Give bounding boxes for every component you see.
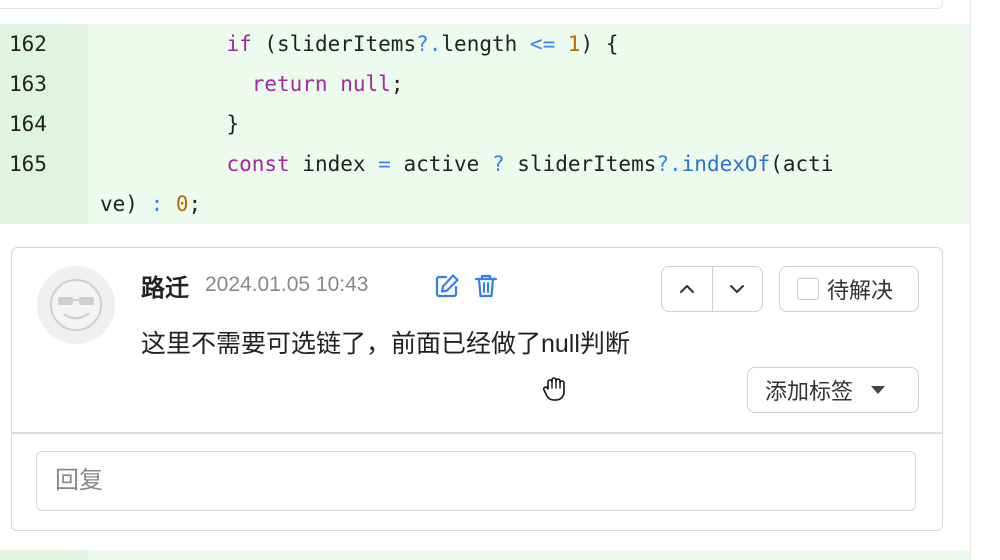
line-number: 162	[9, 32, 47, 56]
vertical-divider	[970, 0, 971, 560]
code-token: }	[226, 112, 240, 136]
code-line: }	[100, 104, 239, 144]
code-token: ?.	[656, 152, 682, 176]
line-number: 164	[9, 112, 47, 136]
avatar[interactable]	[37, 266, 115, 344]
delete-button[interactable]	[472, 272, 500, 300]
code-token: index	[289, 152, 379, 176]
next-comment-button[interactable]	[711, 267, 763, 311]
code-line: const index = active ? sliderItems?.inde…	[100, 144, 833, 184]
reply-input[interactable]	[36, 451, 916, 511]
code-token: ) {	[580, 32, 619, 56]
comment-card: 路迁 2024.01.05 10:43 待解决 这里不需要可选链了，前面已经做了…	[11, 247, 943, 531]
code-line: if (sliderItems?.length <= 1) {	[100, 24, 618, 64]
checkbox-box[interactable]	[797, 278, 819, 300]
grab-hand-icon	[540, 374, 570, 404]
code-token: indexOf	[681, 152, 771, 176]
code-diff: 162 if (sliderItems?.length <= 1) {163 r…	[0, 24, 970, 224]
code-diff-continued	[0, 550, 970, 560]
code-token: 0	[175, 192, 189, 216]
edit-icon	[435, 274, 459, 298]
add-tag-dropdown[interactable]: 添加标签	[747, 367, 919, 413]
line-number: 163	[9, 72, 47, 96]
previous-comment-button[interactable]	[662, 267, 712, 311]
chevron-down-icon	[730, 285, 745, 293]
code-token: ve)	[100, 192, 151, 216]
code-token: (acti	[770, 152, 834, 176]
code-token: sliderItems	[504, 152, 657, 176]
sunglasses-face-icon	[50, 279, 102, 331]
resolve-label: 待解决	[827, 278, 894, 303]
code-line: ve) : 0;	[100, 184, 201, 224]
code-token: (sliderItems	[251, 32, 417, 56]
code-token: return	[251, 72, 328, 96]
code-token: ;	[188, 192, 202, 216]
trash-icon	[474, 274, 498, 298]
code-token: ?.	[416, 32, 442, 56]
caret-down-icon	[871, 386, 886, 394]
code-token: <=	[529, 32, 556, 56]
code-token: if	[226, 32, 252, 56]
code-token: active	[390, 152, 492, 176]
code-token: null	[340, 72, 391, 96]
comment-author: 路迁	[141, 275, 189, 302]
add-tag-label: 添加标签	[765, 379, 854, 404]
code-token: length	[441, 32, 530, 56]
line-number-gutter	[0, 550, 88, 560]
code-token: const	[226, 152, 290, 176]
code-token: :	[150, 192, 164, 216]
line-number: 165	[9, 152, 47, 176]
code-token: ?	[491, 152, 505, 176]
divider	[12, 432, 942, 434]
code-token: 1	[567, 32, 581, 56]
chevron-up-icon	[679, 285, 694, 293]
comment-timestamp: 2024.01.05 10:43	[205, 273, 369, 296]
code-line: return null;	[100, 64, 404, 104]
code-token: =	[378, 152, 391, 176]
comment-navigation	[661, 266, 763, 312]
edit-button[interactable]	[433, 272, 461, 300]
top-panel-edge	[0, 0, 943, 9]
resolve-checkbox[interactable]: 待解决	[779, 266, 919, 312]
code-token: ;	[390, 72, 404, 96]
comment-body: 这里不需要可选链了，前面已经做了null判断	[141, 330, 630, 358]
